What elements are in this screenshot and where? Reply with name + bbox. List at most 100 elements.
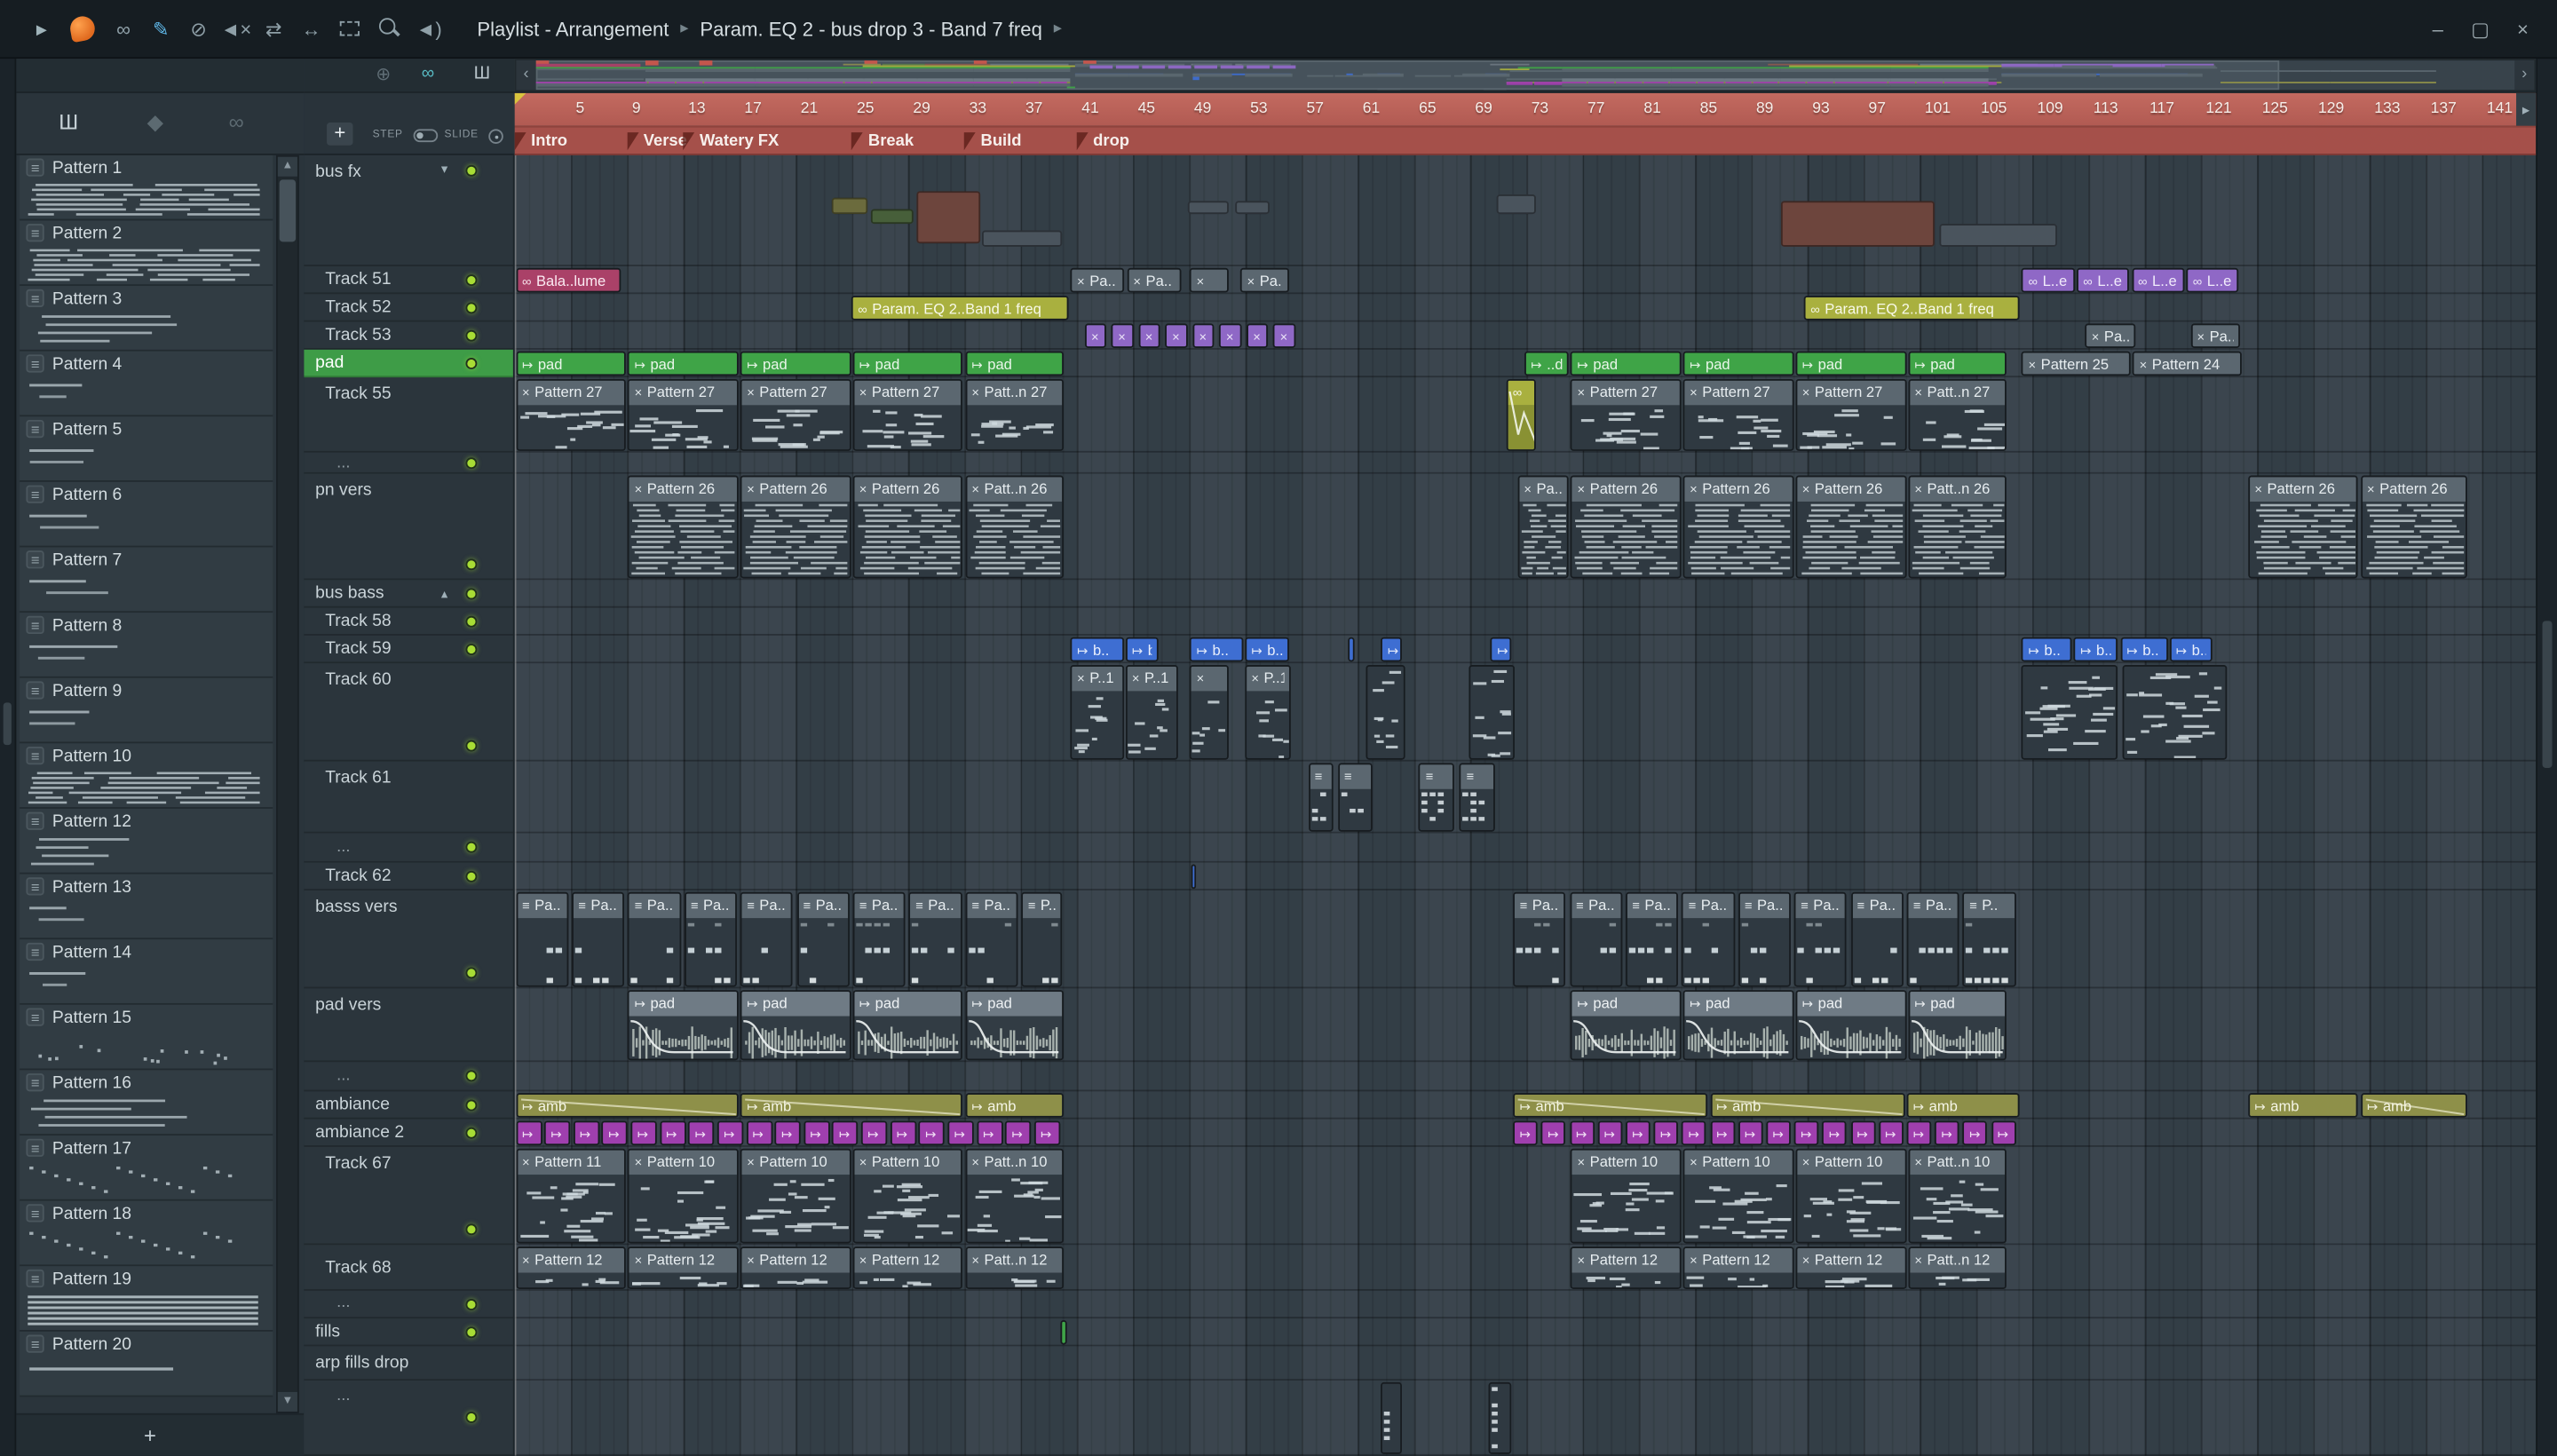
clip-pa[interactable]: ≡ Pa..	[965, 890, 1018, 986]
clip-pattern-26[interactable]: × Pattern 26	[628, 474, 739, 578]
picker-panel-icon[interactable]: Ш	[474, 64, 491, 83]
pattern-item-pattern-18[interactable]: ≡ Pattern 18	[20, 1200, 273, 1267]
clip-amb[interactable]: ↦ amb	[1513, 1092, 1708, 1117]
diamond-icon[interactable]: ◆	[147, 109, 163, 135]
disable-tool-icon[interactable]: ⊘	[179, 17, 217, 40]
clip[interactable]: ↦	[1569, 1120, 1595, 1145]
track-name-track-58[interactable]: Track 58	[304, 608, 513, 636]
ruler-next-button[interactable]: ▸	[2516, 92, 2537, 126]
clip-pad[interactable]: ↦ pad	[1795, 350, 1906, 376]
marker-break[interactable]: Break	[851, 129, 914, 154]
track-name-bus-fx[interactable]: bus fx ▾	[304, 155, 513, 266]
monitor-speaker-icon[interactable]: ◄)	[410, 17, 447, 40]
lane-ambiance-2[interactable]: ↦ ↦ ↦ ↦ ↦ ↦ ↦ ↦ ↦ ↦ ↦ ↦ ↦ ↦ ↦ ↦ ↦ ↦ ↦ ↦ ↦ ↦ ↦ ↦ ↦ ↦ ↦ ↦ ↦ ↦ ↦ ↦ ↦ ↦ ↦ ↦ ↦	[514, 1119, 2537, 1147]
clip[interactable]: ×	[1190, 266, 1229, 292]
chain-icon[interactable]: ∞	[229, 109, 244, 134]
add-track-button[interactable]: +	[327, 122, 353, 146]
clip[interactable]: ↦	[1490, 636, 1512, 661]
clip[interactable]: ↦	[1513, 1120, 1539, 1145]
track-mute-led[interactable]	[465, 614, 478, 627]
pattern-item-pattern-4[interactable]: ≡ Pattern 4	[20, 351, 273, 417]
clip[interactable]: ↦	[1540, 1120, 1566, 1145]
clip-b[interactable]: ↦b..	[2169, 636, 2213, 661]
clip-pa[interactable]: ×Pa..	[2085, 322, 2135, 348]
clip-pa[interactable]: ≡ Pa..	[852, 890, 906, 986]
overview-scroll-left-icon[interactable]: ‹	[516, 60, 536, 91]
track-spacer-row[interactable]: ...	[304, 453, 513, 474]
lane-track-55[interactable]: × Pattern 27 × Pattern 27 × Pattern 27 × Patter…	[514, 377, 2537, 453]
clip[interactable]: ∞	[1506, 378, 1535, 451]
lane-spacer[interactable]	[514, 1290, 2537, 1319]
clip-pattern-26[interactable]: × Pattern 26	[1682, 474, 1794, 578]
clip[interactable]	[1349, 636, 1354, 661]
lane-bus-fx[interactable]	[514, 154, 2537, 266]
track-name-ambiance-2[interactable]: ambiance 2	[304, 1120, 513, 1147]
marker-build[interactable]: Build	[964, 129, 1022, 154]
clip-p-1[interactable]: ×P..1	[1125, 664, 1178, 759]
swap-icon[interactable]: ⇄	[255, 17, 292, 40]
clip[interactable]: ↦	[573, 1120, 599, 1145]
clip[interactable]	[1234, 201, 1270, 215]
lane-track-67[interactable]: × Pattern 11 × Pattern 10 × Pattern 10 × Patter…	[514, 1146, 2537, 1246]
clip-bala-lume[interactable]: ∞ Bala..lume	[515, 266, 621, 292]
clip-patt-n-27[interactable]: × Patt..n 27	[965, 378, 1064, 451]
clip-pa[interactable]: ≡ Pa..	[1906, 890, 1959, 986]
track-mute-led[interactable]	[465, 643, 478, 655]
clip[interactable]: ↦	[860, 1120, 888, 1145]
pattern-item-pattern-12[interactable]: ≡ Pattern 12	[20, 808, 273, 874]
draw-tool-icon[interactable]: ✎	[142, 17, 179, 40]
track-mute-led[interactable]	[465, 273, 478, 286]
pattern-item-pattern-16[interactable]: ≡ Pattern 16	[20, 1070, 273, 1136]
clip[interactable]	[1060, 1319, 1067, 1344]
track-mute-led[interactable]	[465, 869, 478, 882]
zoom-tool-icon[interactable]	[378, 18, 400, 39]
track-name-track-53[interactable]: Track 53	[304, 322, 513, 350]
clip-pad[interactable]: ↦ pad	[740, 989, 851, 1060]
pattern-item-pattern-15[interactable]: ≡ Pattern 15	[20, 1004, 273, 1071]
clip[interactable]: ×	[1190, 664, 1229, 759]
track-name-track-68[interactable]: Track 68	[304, 1245, 513, 1291]
clip[interactable]	[982, 230, 1062, 247]
clip[interactable]	[915, 191, 980, 244]
track-mute-led[interactable]	[465, 1098, 478, 1111]
clip[interactable]	[1781, 201, 1935, 247]
clip[interactable]: ↦	[1682, 1120, 1707, 1145]
track-spacer-row[interactable]: ...	[304, 1062, 513, 1092]
pattern-item-pattern-8[interactable]: ≡ Pattern 8	[20, 613, 273, 678]
clip-pad[interactable]: ↦ pad	[852, 350, 963, 376]
clip-l-e[interactable]: ∞ L..e	[2186, 266, 2239, 292]
clip-pa[interactable]: ≡ Pa..	[1850, 890, 1904, 986]
marker-watery-fx[interactable]: Watery FX	[683, 129, 779, 154]
clip-patt-n-12[interactable]: × Patt..n 12	[1908, 1246, 2007, 1289]
clip-d[interactable]: ↦ ..d	[1524, 350, 1569, 376]
track-mute-led[interactable]	[465, 841, 478, 853]
track-mute-led[interactable]	[465, 301, 478, 313]
clip-pad[interactable]: ↦ pad	[1795, 989, 1906, 1060]
clip[interactable]: ↦	[976, 1120, 1003, 1145]
pattern-item-pattern-19[interactable]: ≡ Pattern 19	[20, 1266, 273, 1332]
clip-b[interactable]: ↦b..	[1070, 636, 1124, 661]
clip[interactable]: ↦	[804, 1120, 830, 1145]
lane-fills[interactable]	[514, 1318, 2537, 1347]
clip-b[interactable]: ↦b..	[2073, 636, 2118, 661]
lane-spacer[interactable]	[514, 833, 2537, 863]
select-tool-icon[interactable]	[339, 20, 360, 36]
clip[interactable]	[1366, 664, 1406, 759]
group-collapse-icon[interactable]: ▴	[441, 587, 447, 602]
track-mute-led[interactable]	[465, 1223, 478, 1236]
lane-arp-fills-drop[interactable]	[514, 1346, 2537, 1381]
clip-pattern-27[interactable]: × Pattern 27	[1795, 378, 1906, 451]
clip-p[interactable]: ≡ P..	[1021, 890, 1062, 986]
clip-pattern-12[interactable]: × Pattern 12	[740, 1246, 851, 1289]
clip[interactable]: ×	[1219, 322, 1242, 348]
clip[interactable]: ↦	[1991, 1120, 2016, 1145]
clip-patt-n-26[interactable]: × Patt..n 26	[1908, 474, 2007, 578]
track-spacer-row[interactable]: ...	[304, 1381, 513, 1456]
lane-track-61[interactable]: ≡ ≡ ≡ ≡	[514, 761, 2537, 834]
clip-pattern-10[interactable]: × Pattern 10	[1795, 1147, 1906, 1243]
clip-b[interactable]: ↦b..	[2022, 636, 2072, 661]
lane-track-62[interactable]	[514, 862, 2537, 890]
clip-pattern-10[interactable]: × Pattern 10	[628, 1147, 739, 1243]
playlist-overview[interactable]: ‹ ›	[514, 59, 2537, 92]
clip-p-1[interactable]: ×P..1	[1070, 664, 1124, 759]
